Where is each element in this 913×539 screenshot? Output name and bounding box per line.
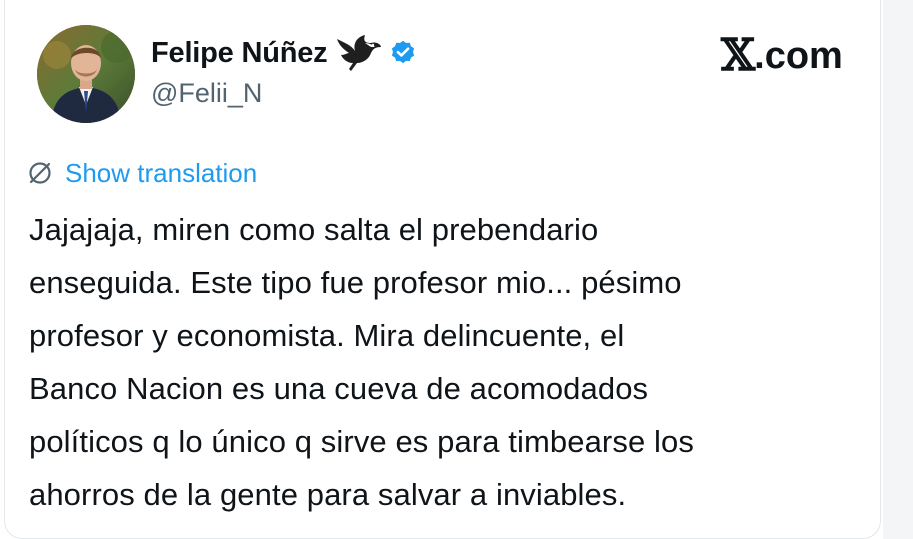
- translate-globe-icon: [27, 160, 53, 186]
- author-handle[interactable]: @Felii_N: [151, 78, 262, 109]
- x-com-logo: 𝕏 .com: [721, 34, 843, 78]
- page-background-strip: [883, 0, 913, 539]
- avatar-photo: [37, 25, 135, 123]
- x-logo-suffix: .com: [754, 34, 843, 77]
- tweet-text-line: profesor y economista. Mira delincuente,…: [29, 318, 625, 353]
- tweet-text-line: enseguida. Este tipo fue profesor mio...…: [29, 265, 682, 300]
- verified-badge-icon: [389, 39, 417, 67]
- avatar[interactable]: [37, 25, 135, 123]
- eagle-icon: [335, 33, 383, 73]
- author-name-row: Felipe Núñez: [151, 30, 417, 76]
- show-translation-row[interactable]: Show translation: [27, 155, 257, 191]
- display-name[interactable]: Felipe Núñez: [151, 37, 328, 70]
- x-logo-letter: 𝕏: [721, 30, 755, 81]
- tweet-text-line: ahorros de la gente para salvar a inviab…: [29, 477, 627, 512]
- tweet-text-line: Jajajaja, miren como salta el prebendari…: [29, 212, 599, 247]
- show-translation-link[interactable]: Show translation: [65, 158, 257, 189]
- tweet-text: Jajajaja, miren como salta el prebendari…: [29, 203, 879, 521]
- tweet-card: Felipe Núñez @Felii_N 𝕏 .com Show transl…: [4, 0, 881, 539]
- tweet-text-line: políticos q lo único q sirve es para tim…: [29, 424, 694, 459]
- tweet-text-line: Banco Nacion es una cueva de acomodados: [29, 371, 649, 406]
